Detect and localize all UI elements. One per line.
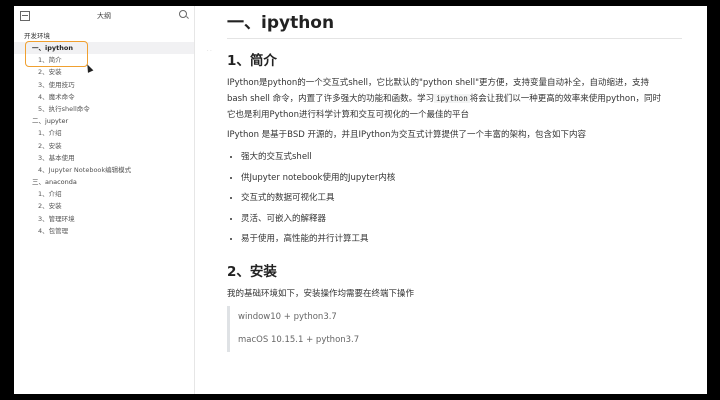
env-line: macOS 10.15.1 + python3.7 bbox=[238, 334, 360, 345]
outline-item[interactable]: 一、ipython bbox=[14, 42, 194, 55]
scroll-marker: · · bbox=[207, 48, 212, 54]
intro-paragraph: IPython是python的一个交互式shell，它比默认的"python s… bbox=[227, 78, 661, 120]
outline-item[interactable]: 2、安装 bbox=[14, 140, 194, 152]
sidebar-header: 大纲 bbox=[14, 6, 194, 26]
heading-intro: 1、简介 bbox=[227, 53, 277, 69]
outline-sidebar: 大纲 开发环境 一、ipython 1、简介 2、安装 3、使用技巧 4、魔术命令 5、执… bbox=[14, 6, 195, 394]
bsd-paragraph: IPython 是基于BSD 开源的，并且IPython为交互式计算提供了一个丰… bbox=[227, 130, 586, 140]
outline-item[interactable]: 4、魔术命令 bbox=[14, 91, 194, 103]
heading-ipython: 一、ipython bbox=[227, 13, 335, 33]
outline-item[interactable]: 二、jupyter bbox=[14, 115, 194, 127]
env-paragraph: 我的基础环境如下，安装操作均需要在终端下操作 bbox=[227, 288, 415, 299]
outline-item[interactable]: 5、执行shell命令 bbox=[14, 103, 194, 115]
outline-item[interactable]: 2、安装 bbox=[14, 66, 194, 78]
document: 一、ipython 1、简介 IPython是python的一个交互式shell… bbox=[227, 6, 682, 352]
outline-item[interactable]: 3、管理环境 bbox=[14, 213, 194, 225]
feature-list: 强大的交互式shell供Jupyter notebook使用的Jupyter内核… bbox=[227, 147, 667, 250]
outline-item[interactable]: 1、介绍 bbox=[14, 127, 194, 139]
editor-content: · · 一、ipython 1、简介 IPython是python的一个交互式s… bbox=[195, 6, 707, 394]
outline-root[interactable]: 开发环境 bbox=[14, 30, 194, 42]
feature-list-item: 灵活、可嵌入的解释器 bbox=[241, 209, 667, 230]
env-blockquote: window10 + python3.7 macOS 10.15.1 + pyth… bbox=[227, 305, 667, 352]
env-line: window10 + python3.7 bbox=[238, 311, 337, 322]
search-icon[interactable] bbox=[179, 10, 187, 18]
app-window: 大纲 开发环境 一、ipython 1、简介 2、安装 3、使用技巧 4、魔术命令 5、执… bbox=[14, 6, 707, 394]
outline-item[interactable]: 2、安装 bbox=[14, 200, 194, 212]
heading-install: 2、安装 bbox=[227, 263, 277, 280]
outline-item[interactable]: 4、Jupyter Notebook编辑模式 bbox=[14, 164, 194, 176]
feature-list-item: 强大的交互式shell bbox=[241, 147, 667, 168]
outline-item[interactable]: 三、anaconda bbox=[14, 176, 194, 188]
heading-divider bbox=[227, 38, 682, 39]
outline-list: 一、ipython 1、简介 2、安装 3、使用技巧 4、魔术命令 5、执行shell命令… bbox=[14, 42, 194, 237]
outline-item[interactable]: 1、介绍 bbox=[14, 188, 194, 200]
outline-item[interactable]: 3、基本使用 bbox=[14, 152, 194, 164]
sidebar-title: 大纲 bbox=[97, 12, 111, 20]
feature-list-item: 易于使用，高性能的并行计算工具 bbox=[241, 229, 667, 250]
outline-item[interactable]: 4、包管理 bbox=[14, 225, 194, 237]
outline-item[interactable]: 3、使用技巧 bbox=[14, 79, 194, 91]
feature-list-item: 供Jupyter notebook使用的Jupyter内核 bbox=[241, 168, 667, 189]
feature-list-item: 交互式的数据可视化工具 bbox=[241, 188, 667, 209]
inline-code: ipython bbox=[434, 94, 470, 103]
outline-item[interactable]: 1、简介 bbox=[14, 54, 194, 66]
